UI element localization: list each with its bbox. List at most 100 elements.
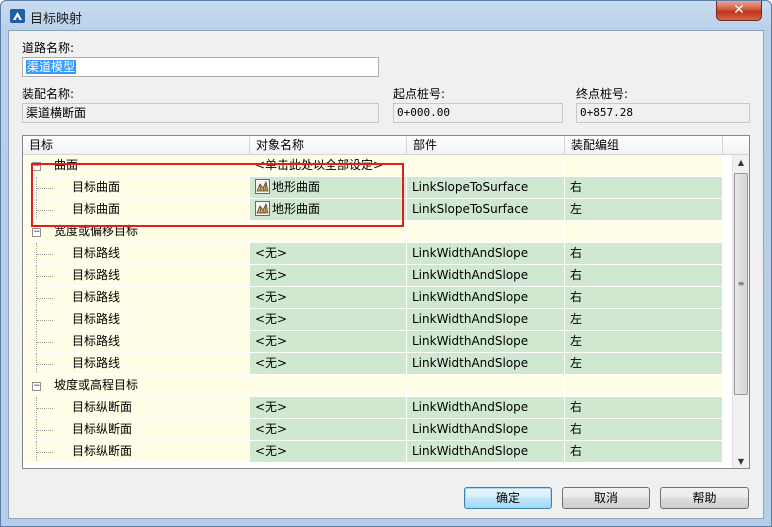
cell-assembly-group: 右	[565, 287, 723, 309]
cell-object-name[interactable]: <无>	[250, 243, 407, 265]
cell-object-name[interactable]: <无>	[250, 265, 407, 287]
cell-target: 目标路线	[23, 309, 250, 331]
cell-part: LinkSlopeToSurface	[407, 177, 565, 199]
cell-assembly-group: 左	[565, 353, 723, 375]
cell-assembly-group: 右	[565, 441, 723, 463]
object-name-value: <无>	[255, 334, 288, 348]
grid-header: 目标 对象名称 部件 装配编组	[23, 136, 749, 155]
object-name-value: <无>	[255, 444, 288, 458]
object-name-value: <无>	[255, 422, 288, 436]
cancel-button[interactable]: 取消	[562, 487, 650, 509]
column-header-object-name[interactable]: 对象名称	[250, 136, 407, 155]
table-row[interactable]: 目标路线 <无> LinkWidthAndSlope 右	[23, 265, 733, 287]
cell-target: 目标纵断面	[23, 441, 250, 463]
tree-line	[37, 364, 53, 365]
table-row[interactable]: 目标路线 <无> LinkWidthAndSlope 右	[23, 287, 733, 309]
cell-object-name[interactable]: <无>	[250, 353, 407, 375]
target-label: 目标路线	[72, 268, 121, 282]
tree-line	[37, 452, 53, 453]
cell-part: LinkWidthAndSlope	[407, 397, 565, 419]
cell-part: LinkSlopeToSurface	[407, 199, 565, 221]
tree-line	[37, 430, 53, 431]
cell-target: 目标路线	[23, 353, 250, 375]
cell-part	[407, 221, 565, 243]
tree-line	[37, 276, 53, 277]
cell-part: LinkWidthAndSlope	[407, 265, 565, 287]
scroll-thumb[interactable]: ≡	[734, 173, 748, 395]
cell-object-name[interactable]: <无>	[250, 309, 407, 331]
cell-part: LinkWidthAndSlope	[407, 287, 565, 309]
column-header-assembly-group[interactable]: 装配编组	[565, 136, 723, 155]
close-button[interactable]: ✕	[716, 1, 762, 21]
civil3d-app-icon	[10, 9, 25, 23]
table-row[interactable]: 目标路线 <无> LinkWidthAndSlope 左	[23, 309, 733, 331]
ok-button[interactable]: 确定	[464, 487, 552, 509]
target-label: 目标路线	[72, 290, 121, 304]
target-label: 目标路线	[72, 312, 121, 326]
tree-line	[37, 254, 53, 255]
cell-target: 目标路线	[23, 265, 250, 287]
cell-assembly-group: 右	[565, 265, 723, 287]
road-name-value: 渠道模型	[26, 60, 77, 74]
target-label: 目标纵断面	[72, 400, 133, 414]
object-name-value: <无>	[255, 246, 288, 260]
help-button[interactable]: 帮助	[660, 487, 749, 509]
target-label: 目标纵断面	[72, 422, 133, 436]
cell-assembly-group: 左	[565, 331, 723, 353]
cell-part: LinkWidthAndSlope	[407, 441, 565, 463]
cell-object-name[interactable]: <无>	[250, 419, 407, 441]
scroll-up-icon[interactable]: ▲	[733, 155, 749, 171]
table-row[interactable]: 目标纵断面 <无> LinkWidthAndSlope 右	[23, 419, 733, 441]
cell-object-name[interactable]: <无>	[250, 397, 407, 419]
cell-object-name[interactable]: <无>	[250, 287, 407, 309]
cell-target: − 坡度或高程目标	[23, 375, 250, 397]
cell-target: 目标路线	[23, 287, 250, 309]
column-header-target[interactable]: 目标	[23, 136, 250, 155]
object-name-value: <无>	[255, 356, 288, 370]
cell-assembly-group: 左	[565, 309, 723, 331]
red-highlight-box	[31, 163, 404, 227]
cell-assembly-group: 右	[565, 177, 723, 199]
cell-assembly-group	[565, 375, 723, 397]
title-bar[interactable]: 目标映射 ✕	[1, 1, 771, 31]
cell-part	[407, 155, 565, 177]
category-row[interactable]: − 坡度或高程目标	[23, 375, 733, 397]
cell-part: LinkWidthAndSlope	[407, 309, 565, 331]
cell-assembly-group: 右	[565, 419, 723, 441]
table-row[interactable]: 目标路线 <无> LinkWidthAndSlope 右	[23, 243, 733, 265]
cell-object-name[interactable]: <无>	[250, 441, 407, 463]
assembly-name-label: 装配名称:	[22, 87, 75, 101]
window-title: 目标映射	[30, 12, 83, 27]
tree-line	[37, 408, 53, 409]
cell-part: LinkWidthAndSlope	[407, 243, 565, 265]
vertical-scrollbar[interactable]: ▲ ≡ ▼	[732, 155, 749, 468]
tree-line	[37, 320, 53, 321]
cell-target: 目标纵断面	[23, 397, 250, 419]
column-header-part[interactable]: 部件	[407, 136, 565, 155]
cell-object-name[interactable]: <无>	[250, 331, 407, 353]
object-name-value: <无>	[255, 312, 288, 326]
cell-part: LinkWidthAndSlope	[407, 331, 565, 353]
cell-part: LinkWidthAndSlope	[407, 419, 565, 441]
road-name-field[interactable]: 渠道模型	[22, 57, 379, 77]
cell-assembly-group: 右	[565, 243, 723, 265]
table-row[interactable]: 目标纵断面 <无> LinkWidthAndSlope 右	[23, 441, 733, 463]
start-station-label: 起点桩号:	[393, 87, 446, 101]
cell-part	[407, 375, 565, 397]
cell-assembly-group	[565, 221, 723, 243]
collapse-icon[interactable]: −	[32, 382, 41, 391]
scroll-down-icon[interactable]: ▼	[733, 454, 749, 468]
object-name-value: <无>	[255, 290, 288, 304]
category-label: 坡度或高程目标	[54, 378, 139, 392]
table-row[interactable]: 目标路线 <无> LinkWidthAndSlope 左	[23, 331, 733, 353]
cell-object-name[interactable]	[250, 375, 407, 397]
road-name-label: 道路名称:	[22, 41, 75, 55]
close-icon: ✕	[733, 2, 745, 18]
tree-line	[37, 342, 53, 343]
table-row[interactable]: 目标纵断面 <无> LinkWidthAndSlope 右	[23, 397, 733, 419]
table-row[interactable]: 目标路线 <无> LinkWidthAndSlope 左	[23, 353, 733, 375]
target-label: 目标纵断面	[72, 444, 133, 458]
object-name-value: <无>	[255, 400, 288, 414]
collapse-icon[interactable]: −	[32, 228, 41, 237]
cell-part: LinkWidthAndSlope	[407, 353, 565, 375]
